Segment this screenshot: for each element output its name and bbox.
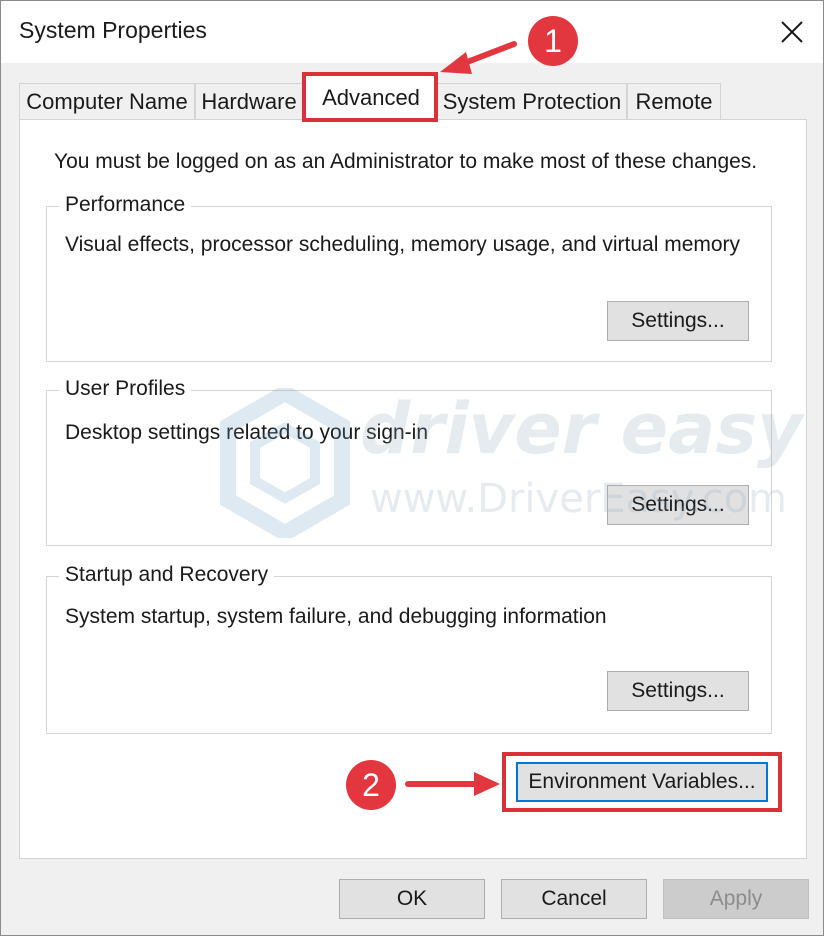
startup-recovery-description: System startup, system failure, and debu… <box>65 605 607 628</box>
performance-description: Visual effects, processor scheduling, me… <box>65 233 741 256</box>
close-icon <box>781 21 803 43</box>
admin-note: You must be logged on as an Administrato… <box>54 150 758 173</box>
startup-recovery-group: Startup and Recovery System startup, sys… <box>46 563 772 734</box>
performance-settings-button[interactable]: Settings... <box>607 301 749 341</box>
performance-group-title: Performance <box>59 193 192 217</box>
user-profiles-description: Desktop settings related to your sign-in <box>65 421 429 444</box>
system-properties-window: System Properties Computer Name Hardware… <box>0 0 824 936</box>
title-bar: System Properties <box>1 1 823 63</box>
user-profiles-group-title: User Profiles <box>59 377 192 401</box>
ok-button[interactable]: OK <box>339 879 485 919</box>
tab-remote[interactable]: Remote <box>627 83 721 119</box>
startup-recovery-settings-button[interactable]: Settings... <box>607 671 749 711</box>
user-profiles-group: User Profiles Desktop settings related t… <box>46 377 772 546</box>
window-title: System Properties <box>19 17 207 43</box>
tab-computer-name[interactable]: Computer Name <box>19 83 195 119</box>
close-button[interactable] <box>761 1 823 63</box>
user-profiles-settings-button[interactable]: Settings... <box>607 485 749 525</box>
environment-variables-button[interactable]: Environment Variables... <box>516 762 768 802</box>
tab-hardware[interactable]: Hardware <box>195 83 303 119</box>
advanced-tab-panel: You must be logged on as an Administrato… <box>19 119 807 859</box>
cancel-button[interactable]: Cancel <box>501 879 647 919</box>
apply-button: Apply <box>663 879 809 919</box>
tab-system-protection[interactable]: System Protection <box>437 83 627 119</box>
tab-advanced[interactable]: Advanced <box>305 75 437 121</box>
step-2-badge: 2 <box>346 760 396 810</box>
step-1-badge: 1 <box>528 16 578 66</box>
performance-group: Performance Visual effects, processor sc… <box>46 193 772 362</box>
startup-recovery-group-title: Startup and Recovery <box>59 563 275 587</box>
